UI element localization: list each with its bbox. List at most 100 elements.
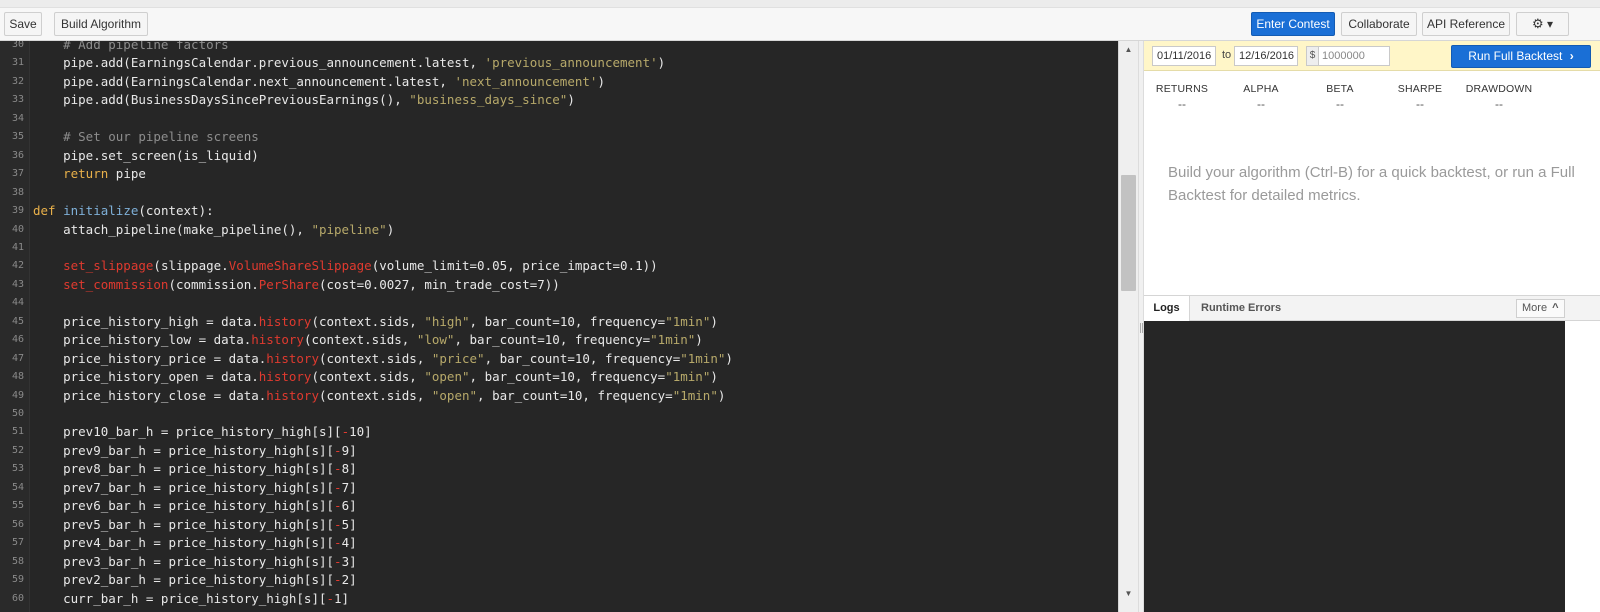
code-text: price_history_low = data.history(context…: [33, 330, 703, 349]
code-token: def: [33, 203, 56, 219]
code-lines[interactable]: 30 # Add pipeline factors 31 pipe.add(Ear…: [0, 41, 1118, 612]
top-strip: [0, 0, 1600, 8]
code-line[interactable]: 44: [0, 293, 1118, 312]
code-line[interactable]: 39 def initialize(context):: [0, 201, 1118, 220]
code-text: prev4_bar_h = price_history_high[s][-4]: [33, 533, 357, 552]
code-token: "1min": [672, 387, 718, 403]
splitter-grip-icon[interactable]: [1140, 323, 1143, 333]
code-line[interactable]: 37 return pipe: [0, 164, 1118, 183]
code-line[interactable]: 51 prev10_bar_h = price_history_high[s][…: [0, 422, 1118, 441]
code-text: prev5_bar_h = price_history_high[s][-5]: [33, 515, 357, 534]
code-line[interactable]: 36 pipe.set_screen(is_liquid): [0, 146, 1118, 165]
code-line[interactable]: 45 price_history_high = data.history(con…: [0, 312, 1118, 331]
line-number: 54: [11, 481, 24, 493]
code-token: "high": [424, 313, 470, 329]
code-token: price_history_open = data.: [33, 369, 259, 385]
code-line[interactable]: 59 prev2_bar_h = price_history_high[s][-…: [0, 570, 1118, 589]
code-line[interactable]: 54 prev7_bar_h = price_history_high[s][-…: [0, 478, 1118, 497]
code-line[interactable]: 40 attach_pipeline(make_pipeline(), "pip…: [0, 220, 1118, 239]
code-token: (volume_limit=0.05, price_impact=0.1)): [371, 258, 658, 274]
code-text: def initialize(context):: [33, 201, 214, 220]
line-number: 50: [11, 408, 24, 419]
code-line[interactable]: 31 pipe.add(EarningsCalendar.previous_an…: [0, 53, 1118, 72]
settings-caret: ▾: [1546, 17, 1554, 31]
code-line[interactable]: 47 price_history_price = data.history(co…: [0, 349, 1118, 368]
code-token: ): [710, 313, 718, 329]
more-label: More: [1522, 302, 1548, 314]
metric-label: ALPHA: [1243, 83, 1279, 95]
code-token: prev9_bar_h = price_history_high[s][: [33, 442, 335, 458]
code-line[interactable]: 52 prev9_bar_h = price_history_high[s][-…: [0, 441, 1118, 460]
code-line[interactable]: 53 prev8_bar_h = price_history_high[s][-…: [0, 459, 1118, 478]
settings-button[interactable]: ⚙ ▾: [1516, 12, 1569, 36]
code-token: pipe.add(EarningsCalendar.next_announcem…: [33, 73, 455, 89]
editor-scrollbar[interactable]: ▲ ▼: [1118, 41, 1138, 612]
metric-value: --: [1336, 97, 1344, 111]
metric-alpha: ALPHA --: [1221, 83, 1301, 111]
code-line[interactable]: 55 prev6_bar_h = price_history_high[s][-…: [0, 496, 1118, 515]
code-line[interactable]: 43 set_commission(commission.PerShare(co…: [0, 275, 1118, 294]
code-token: "1min": [680, 350, 726, 366]
toolbar: Save Build Algorithm Enter Contest Colla…: [0, 8, 1600, 41]
line-number: 56: [11, 518, 24, 530]
code-editor[interactable]: 30 # Add pipeline factors 31 pipe.add(Ear…: [0, 41, 1138, 612]
code-line[interactable]: 48 price_history_open = data.history(con…: [0, 367, 1118, 386]
api-reference-button[interactable]: API Reference: [1422, 12, 1510, 36]
tab-runtime-errors[interactable]: Runtime Errors: [1201, 296, 1301, 321]
line-number: 35: [11, 131, 24, 143]
tab-logs[interactable]: Logs: [1144, 296, 1190, 321]
line-number: 43: [11, 278, 24, 290]
currency-symbol: $: [1307, 47, 1319, 65]
code-token: -: [334, 516, 342, 532]
code-line[interactable]: 32 pipe.add(EarningsCalendar.next_announ…: [0, 72, 1118, 91]
code-line[interactable]: 46 price_history_low = data.history(cont…: [0, 330, 1118, 349]
code-text: prev8_bar_h = price_history_high[s][-8]: [33, 459, 357, 478]
capital-input[interactable]: $ 1000000: [1306, 46, 1390, 66]
code-line[interactable]: 33 pipe.add(BusinessDaysSincePreviousEar…: [0, 90, 1118, 109]
code-line[interactable]: 57 prev4_bar_h = price_history_high[s][-…: [0, 533, 1118, 552]
scroll-down-arrow-icon[interactable]: ▼: [1119, 589, 1138, 603]
line-number: 39: [11, 205, 24, 217]
code-token: (context.sids,: [311, 313, 425, 329]
collaborate-button[interactable]: Collaborate: [1341, 12, 1417, 36]
code-text: prev10_bar_h = price_history_high[s][-10…: [33, 422, 372, 441]
code-token: 9]: [341, 442, 357, 458]
save-button[interactable]: Save: [4, 12, 42, 36]
code-text: price_history_high = data.history(contex…: [33, 312, 718, 331]
scroll-up-arrow-icon[interactable]: ▲: [1119, 45, 1138, 59]
code-text: set_slippage(slippage.VolumeShareSlippag…: [33, 256, 658, 275]
build-algorithm-button[interactable]: Build Algorithm: [54, 12, 148, 36]
code-token: ): [657, 55, 666, 71]
date-range-to-label: to: [1222, 49, 1232, 61]
editor-scroll-thumb[interactable]: [1121, 175, 1136, 291]
code-line[interactable]: 34: [0, 109, 1118, 128]
backtest-hint-text: Build your algorithm (Ctrl-B) for a quic…: [1168, 164, 1575, 204]
code-line[interactable]: 35 # Set our pipeline screens: [0, 127, 1118, 146]
code-token: , bar_count=10, frequency=: [469, 313, 666, 329]
code-line[interactable]: 38: [0, 183, 1118, 202]
more-button[interactable]: More ^: [1516, 299, 1565, 318]
code-token: 'next_announcement': [454, 73, 598, 89]
code-token: 8]: [341, 461, 357, 477]
run-full-backtest-button[interactable]: Run Full Backtest ›: [1451, 45, 1591, 68]
enter-contest-button[interactable]: Enter Contest: [1251, 12, 1335, 36]
code-line[interactable]: 41: [0, 238, 1118, 257]
code-line[interactable]: 58 prev3_bar_h = price_history_high[s][-…: [0, 552, 1118, 571]
code-line[interactable]: 56 prev5_bar_h = price_history_high[s][-…: [0, 515, 1118, 534]
end-date-input[interactable]: 12/16/2016: [1234, 46, 1298, 66]
line-number: 46: [11, 334, 24, 346]
code-line[interactable]: 49 price_history_close = data.history(co…: [0, 386, 1118, 405]
code-token: history: [258, 313, 312, 329]
code-line[interactable]: 30 # Add pipeline factors: [0, 41, 1118, 54]
line-number: 38: [11, 186, 24, 198]
code-line[interactable]: 42 set_slippage(slippage.VolumeShareSlip…: [0, 256, 1118, 275]
log-tabs: Logs Runtime Errors More ^: [1144, 295, 1600, 321]
code-token: "1min": [665, 313, 711, 329]
code-token: # Set our pipeline screens: [33, 129, 259, 145]
code-token: 7]: [341, 479, 357, 495]
code-line[interactable]: 50: [0, 404, 1118, 423]
code-token: -: [334, 479, 342, 495]
start-date-input[interactable]: 01/11/2016: [1152, 46, 1216, 66]
code-line[interactable]: 60 curr_bar_h = price_history_high[s][-1…: [0, 589, 1118, 608]
